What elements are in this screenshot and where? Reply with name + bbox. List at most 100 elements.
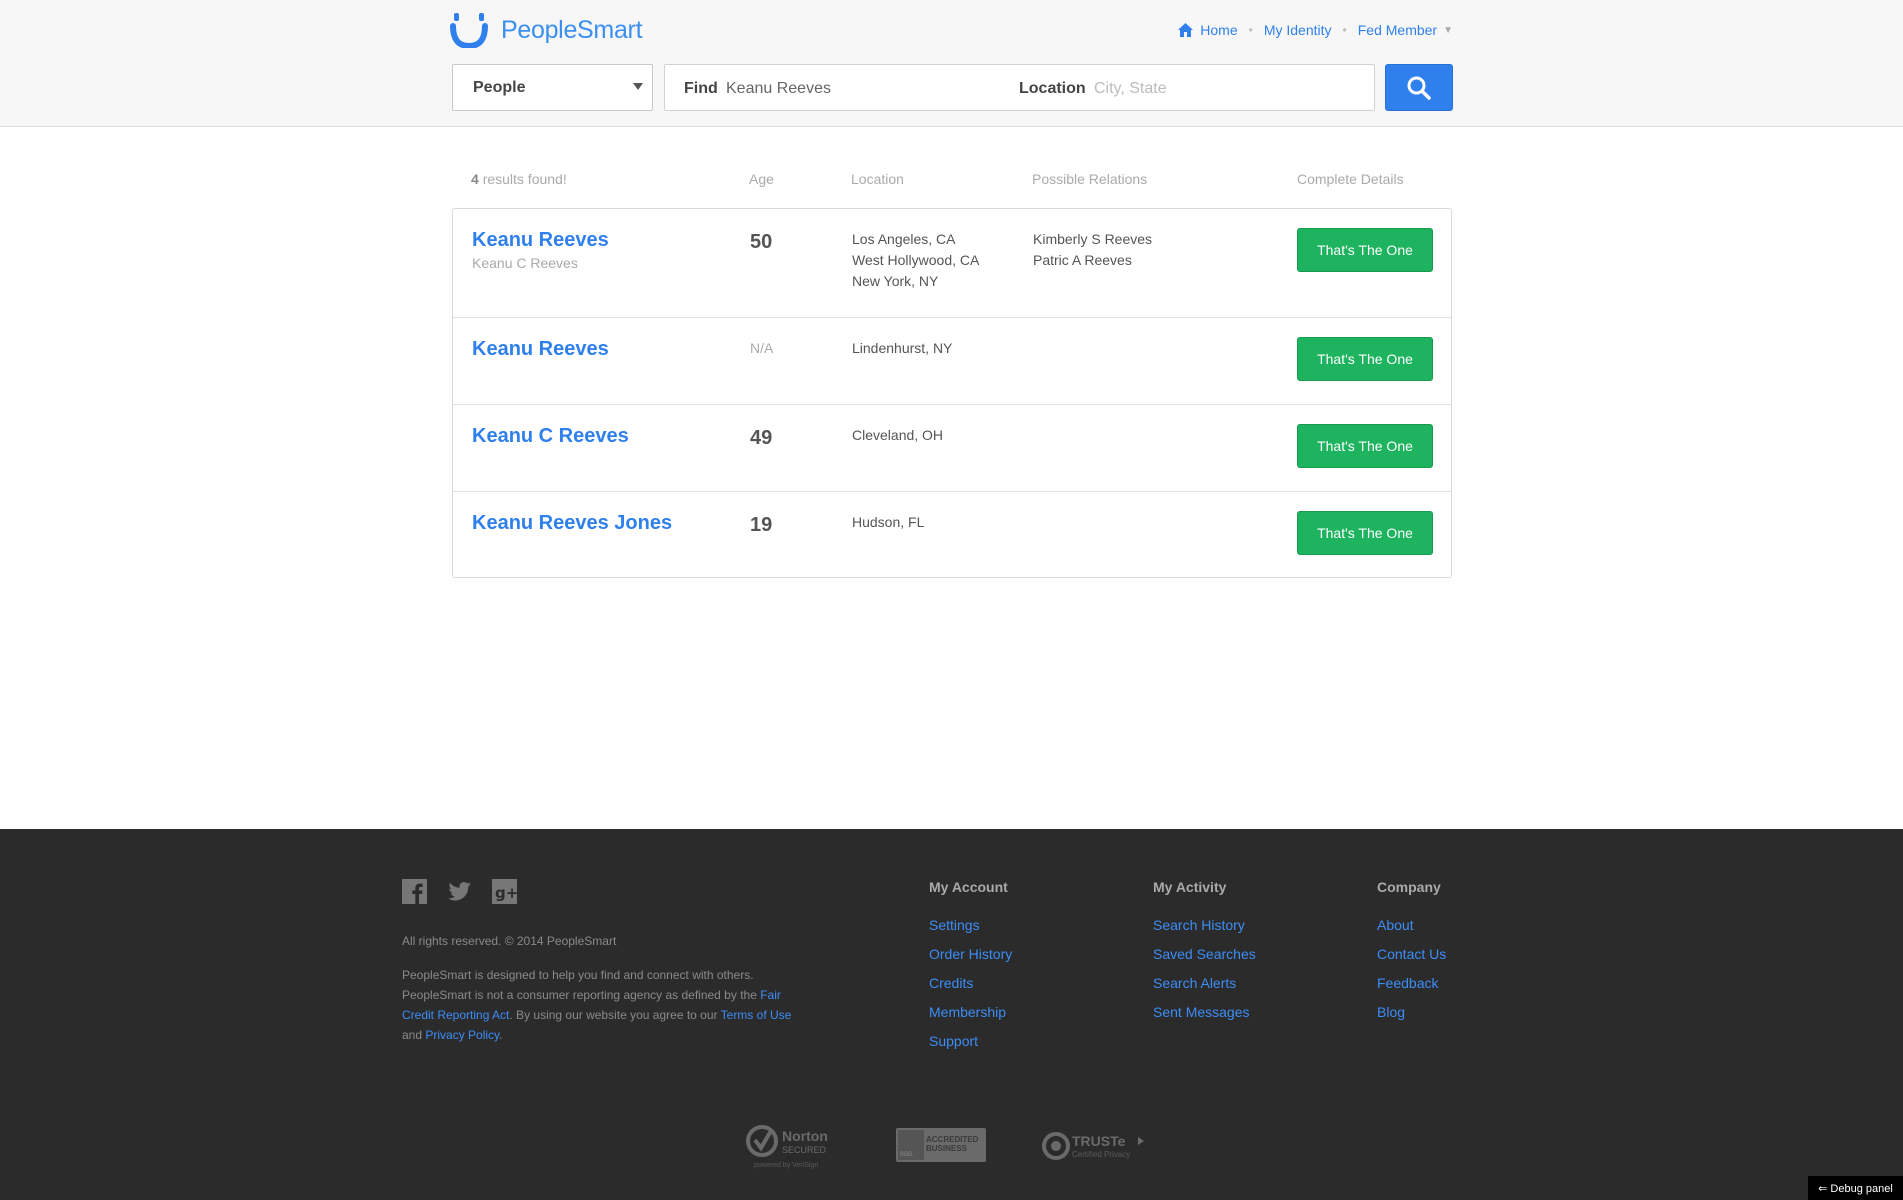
find-label: Find: [684, 80, 718, 97]
result-name-link[interactable]: Keanu Reeves Jones: [472, 512, 672, 535]
site-footer: g+ All rights reserved. © 2014 PeopleSma…: [0, 829, 1903, 1200]
col-header-relations: Possible Relations: [1032, 171, 1148, 187]
search-bar: People Find Keanu Reeves Location City, …: [452, 64, 1453, 111]
svg-text:SECURED: SECURED: [782, 1145, 827, 1155]
search-fields: Find Keanu Reeves Location City, State: [664, 64, 1375, 111]
search-type-value: People: [473, 79, 526, 96]
nav-home-link[interactable]: Home: [1178, 22, 1238, 38]
result-locations: Hudson, FL: [852, 512, 924, 533]
bbb-accredited-badge[interactable]: BBB. ACCREDITED BUSINESS: [896, 1128, 986, 1164]
nav-member-label: Fed Member: [1357, 22, 1438, 38]
result-locations: Los Angeles, CA West Hollywood, CA New Y…: [852, 229, 979, 292]
relation-item: Patric A Reeves: [1033, 252, 1132, 268]
disclaimer-part: .: [499, 1028, 503, 1042]
footer-link-search-alerts[interactable]: Search Alerts: [1153, 975, 1256, 992]
results-count-suffix: results found!: [482, 171, 567, 187]
thats-the-one-button[interactable]: That's The One: [1297, 424, 1433, 468]
footer-col-my-account: My Account Settings Order History Credit…: [929, 879, 1012, 1062]
table-row: Keanu Reeves Keanu C Reeves 50 Los Angel…: [453, 209, 1451, 317]
nav-identity-link[interactable]: My Identity: [1264, 22, 1332, 38]
truste-badge[interactable]: TRUSTe Certified Privacy: [1042, 1128, 1154, 1164]
result-age: 19: [750, 514, 773, 536]
find-input[interactable]: Keanu Reeves: [726, 80, 831, 98]
footer-link-order-history[interactable]: Order History: [929, 946, 1012, 963]
table-row: Keanu Reeves Jones 19 Hudson, FL That's …: [453, 491, 1451, 577]
thats-the-one-button[interactable]: That's The One: [1297, 228, 1433, 272]
twitter-icon[interactable]: [447, 879, 472, 904]
svg-text:g+: g+: [495, 884, 517, 902]
svg-text:Norton: Norton: [782, 1128, 828, 1144]
nav-home-label: Home: [1200, 22, 1238, 38]
nav-separator: •: [1248, 23, 1253, 37]
search-icon: [1407, 76, 1431, 100]
nav-separator: •: [1342, 23, 1347, 37]
col-header-age: Age: [749, 171, 774, 187]
home-icon: [1178, 23, 1194, 37]
footer-link-feedback[interactable]: Feedback: [1377, 975, 1446, 992]
svg-text:TRUSTe: TRUSTe: [1072, 1133, 1126, 1149]
disclaimer-text: PeopleSmart is designed to help you find…: [402, 965, 812, 1045]
footer-link-blog[interactable]: Blog: [1377, 1004, 1446, 1021]
location-item: Cleveland, OH: [852, 427, 944, 443]
result-name-link[interactable]: Keanu Reeves: [472, 338, 609, 361]
location-label: Location: [1019, 80, 1086, 97]
result-name-link[interactable]: Keanu C Reeves: [472, 425, 629, 448]
search-button[interactable]: [1385, 64, 1453, 111]
result-name-link[interactable]: Keanu Reeves: [472, 229, 609, 252]
footer-col-title: My Activity: [1153, 879, 1227, 895]
thats-the-one-button[interactable]: That's The One: [1297, 337, 1433, 381]
location-item: Hudson, FL: [852, 514, 925, 530]
terms-link[interactable]: Terms of Use: [721, 1008, 792, 1022]
svg-text:powered by VeriSign: powered by VeriSign: [754, 1162, 818, 1169]
footer-link-sent-messages[interactable]: Sent Messages: [1153, 1004, 1256, 1021]
privacy-link[interactable]: Privacy Policy: [425, 1028, 499, 1042]
facebook-icon[interactable]: [402, 879, 427, 904]
results-count: 4 results found!: [471, 171, 567, 187]
footer-link-membership[interactable]: Membership: [929, 1004, 1012, 1021]
footer-link-about[interactable]: About: [1377, 917, 1446, 934]
result-age: 49: [750, 427, 773, 449]
footer-link-credits[interactable]: Credits: [929, 975, 1012, 992]
thats-the-one-button[interactable]: That's The One: [1297, 511, 1433, 555]
footer-link-settings[interactable]: Settings: [929, 917, 1012, 934]
social-links: g+: [402, 879, 518, 904]
col-header-details: Complete Details: [1297, 171, 1404, 187]
trust-badges: Norton SECURED powered by VeriSign BBB. …: [746, 1121, 1154, 1171]
logo[interactable]: PeopleSmart: [450, 12, 643, 48]
result-locations: Lindenhurst, NY: [852, 338, 952, 359]
table-row: Keanu C Reeves 49 Cleveland, OH That's T…: [453, 404, 1451, 491]
norton-secured-badge[interactable]: Norton SECURED powered by VeriSign: [746, 1121, 842, 1171]
footer-link-contact-us[interactable]: Contact Us: [1377, 946, 1446, 963]
location-input[interactable]: City, State: [1094, 80, 1167, 98]
site-header: PeopleSmart Home • My Identity • Fed Mem…: [0, 0, 1903, 127]
footer-col-title: Company: [1377, 879, 1441, 895]
google-plus-icon[interactable]: g+: [492, 879, 518, 904]
location-item: Lindenhurst, NY: [852, 340, 953, 356]
svg-text:BBB.: BBB.: [900, 1152, 914, 1158]
result-relations: Kimberly S Reeves Patric A Reeves: [1033, 229, 1152, 271]
disclaimer-part: . By using our website you agree to our: [509, 1008, 721, 1022]
footer-col-title: My Account: [929, 879, 1008, 895]
table-row: Keanu Reeves N/A Lindenhurst, NY That's …: [453, 317, 1451, 404]
result-locations: Cleveland, OH: [852, 425, 943, 446]
results-table: Keanu Reeves Keanu C Reeves 50 Los Angel…: [452, 208, 1452, 578]
results-count-number: 4: [471, 171, 479, 187]
footer-link-saved-searches[interactable]: Saved Searches: [1153, 946, 1256, 963]
top-nav: Home • My Identity • Fed Member ▼: [1178, 22, 1453, 38]
location-item: New York, NY: [852, 273, 939, 289]
relation-item: Kimberly S Reeves: [1033, 231, 1153, 247]
disclaimer-part: and: [402, 1028, 426, 1042]
result-age: N/A: [750, 340, 774, 356]
disclaimer-part: PeopleSmart is designed to help you find…: [402, 968, 761, 1002]
dropdown-arrow-icon: [633, 83, 643, 90]
logo-smile-icon: [450, 13, 488, 48]
search-type-select[interactable]: People: [452, 64, 653, 111]
nav-member-menu[interactable]: Fed Member ▼: [1358, 22, 1453, 38]
copyright-text: All rights reserved. © 2014 PeopleSmart: [402, 934, 617, 948]
logo-text: PeopleSmart: [501, 15, 643, 44]
footer-col-company: Company About Contact Us Feedback Blog: [1377, 879, 1446, 1033]
footer-link-search-history[interactable]: Search History: [1153, 917, 1256, 934]
footer-link-support[interactable]: Support: [929, 1033, 1012, 1050]
svg-text:Certified Privacy: Certified Privacy: [1072, 1150, 1130, 1159]
debug-panel-button[interactable]: ⇐ Debug panel: [1808, 1176, 1903, 1200]
